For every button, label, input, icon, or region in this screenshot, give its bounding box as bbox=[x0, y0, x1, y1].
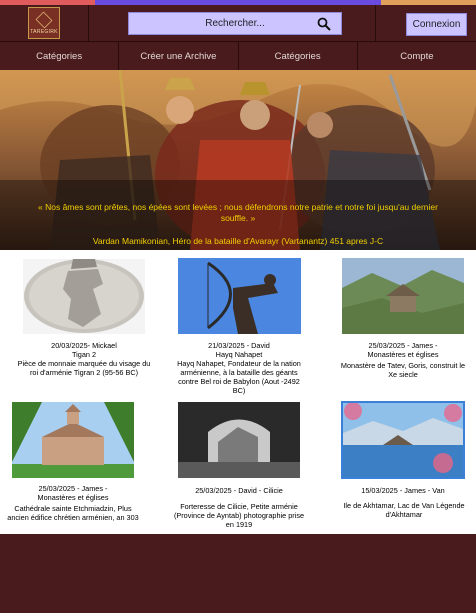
logo-text: TAREGIRK bbox=[30, 28, 58, 35]
card-category: Monastères et églises bbox=[37, 493, 109, 502]
card-category: Monastères et églises bbox=[367, 350, 439, 359]
card-description: Ile de Akhtamar, Lac de Van Légende d'Ak… bbox=[343, 501, 465, 519]
card-date-author: 25/03/2025 - James - bbox=[38, 484, 108, 493]
card-image-cilicie[interactable] bbox=[178, 402, 300, 478]
hero-banner: « Nos âmes sont prêtes, nos épées sont l… bbox=[0, 70, 476, 250]
card-category: Hayq Nahapet bbox=[215, 350, 263, 359]
card-date-author: 21/03/2025 - David bbox=[208, 341, 270, 350]
nav-item-account[interactable]: Compte bbox=[358, 42, 476, 70]
card-image-coin[interactable] bbox=[23, 259, 145, 334]
card-date-author: 20/03/2025- Mickael bbox=[51, 341, 117, 350]
search-placeholder: Rechercher... bbox=[205, 18, 265, 29]
nav-item-categories[interactable]: Catégories bbox=[0, 42, 120, 70]
card-description: Forteresse de Cilicie, Petite arménie (P… bbox=[173, 502, 305, 529]
card-date-author: 15/03/2025 - James - Van bbox=[361, 486, 445, 495]
card-category: Tigan 2 bbox=[71, 350, 97, 359]
card-date-author: 25/03/2025 - David - Cilicie bbox=[195, 486, 283, 495]
card-meta: 25/03/2025 - James - Monastères et églis… bbox=[338, 341, 468, 359]
logo-emblem-icon bbox=[35, 11, 53, 28]
header-divider bbox=[88, 5, 89, 41]
card-image-akhtamar[interactable] bbox=[341, 401, 465, 479]
hero-attribution: Vardan Mamikonian, Héro de la bataille d… bbox=[92, 236, 384, 246]
card-meta: 15/03/2025 - James - Van bbox=[338, 486, 468, 495]
card-description: Hayq Nahapet, Fondateur de la nation arm… bbox=[177, 359, 301, 395]
card-date-author: 25/03/2025 - James - bbox=[368, 341, 438, 350]
card-description: Pièce de monnaie marquée du visage du ro… bbox=[17, 359, 151, 377]
footer bbox=[0, 534, 476, 613]
card-meta: 21/03/2025 - David Hayq Nahapet bbox=[174, 341, 304, 359]
header-bar: TAREGIRK Rechercher... Connexion bbox=[0, 5, 476, 41]
site-logo[interactable]: TAREGIRK bbox=[28, 7, 60, 39]
card-description: Cathédrale sainte Etchmiadzin, Plus anci… bbox=[7, 504, 139, 522]
hero-quote: « Nos âmes sont prêtes, nos épées sont l… bbox=[38, 202, 438, 223]
archive-grid: 20/03/2025- Mickael Tigan 2 Pièce de mon… bbox=[0, 250, 476, 534]
login-button[interactable]: Connexion bbox=[406, 13, 467, 36]
search-icon[interactable] bbox=[317, 17, 331, 31]
main-nav: Catégories Créer une Archive Catégories … bbox=[0, 41, 476, 70]
nav-item-create-archive[interactable]: Créer une Archive bbox=[119, 42, 239, 70]
card-image-etchmiadzin[interactable] bbox=[12, 402, 134, 478]
card-meta: 25/03/2025 - James - Monastères et églis… bbox=[8, 484, 138, 502]
card-image-tatev[interactable] bbox=[342, 258, 464, 334]
search-input[interactable]: Rechercher... bbox=[128, 12, 342, 35]
header-divider bbox=[375, 5, 376, 41]
card-meta: 20/03/2025- Mickael Tigan 2 bbox=[19, 341, 149, 359]
card-image-hayq[interactable] bbox=[178, 258, 301, 334]
card-description: Monastère de Tatev, Goris, construit le … bbox=[340, 361, 466, 379]
nav-item-categories-2[interactable]: Catégories bbox=[239, 42, 358, 70]
card-meta: 25/03/2025 - David - Cilicie bbox=[174, 486, 304, 495]
